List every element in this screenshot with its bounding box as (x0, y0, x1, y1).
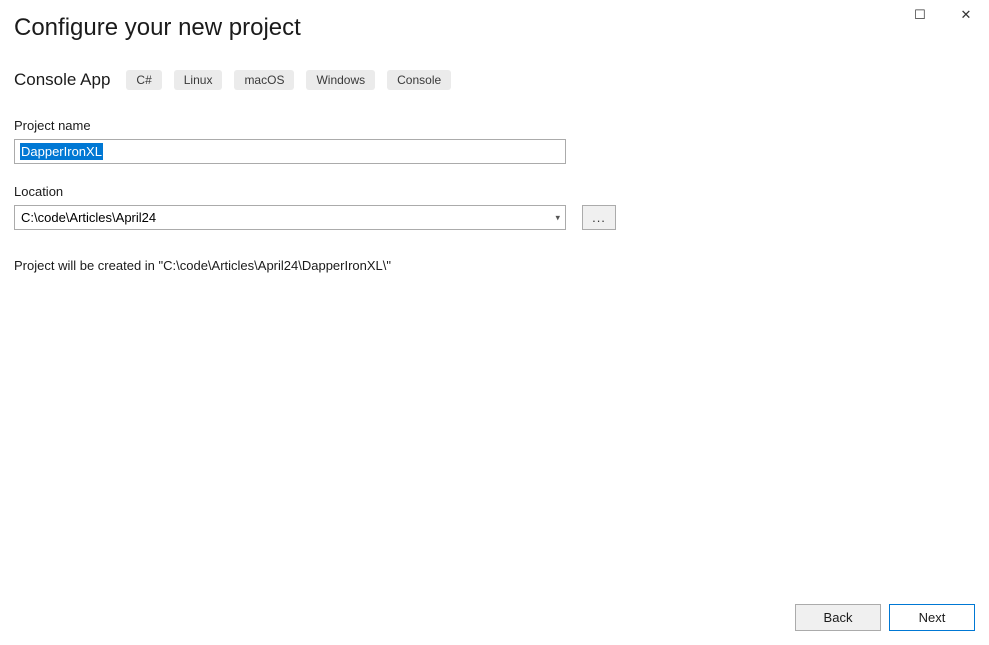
tag-console: Console (387, 70, 451, 90)
tag-macos: macOS (234, 70, 294, 90)
created-in-info: Project will be created in "C:\code\Arti… (14, 258, 975, 273)
project-name-group: Project name DapperIronXL (14, 118, 975, 164)
page-title: Configure your new project (14, 14, 975, 42)
project-name-label: Project name (14, 118, 975, 133)
footer: Back Next (795, 604, 975, 631)
template-name: Console App (14, 70, 110, 90)
project-name-input[interactable]: DapperIronXL (14, 139, 566, 164)
template-row: Console App C# Linux macOS Windows Conso… (14, 70, 975, 90)
maximize-icon[interactable]: ☐ (897, 0, 943, 30)
back-button[interactable]: Back (795, 604, 881, 631)
project-name-value: DapperIronXL (20, 143, 103, 160)
tag-linux: Linux (174, 70, 223, 90)
location-group: Location ▾ ... (14, 184, 975, 230)
title-bar: ☐ ✕ (897, 0, 989, 30)
tag-csharp: C# (126, 70, 161, 90)
next-button[interactable]: Next (889, 604, 975, 631)
location-input[interactable] (14, 205, 566, 230)
tag-windows: Windows (306, 70, 375, 90)
browse-button[interactable]: ... (582, 205, 616, 230)
close-icon[interactable]: ✕ (943, 0, 989, 30)
location-label: Location (14, 184, 975, 199)
location-combo[interactable]: ▾ (14, 205, 566, 230)
main-content: Configure your new project Console App C… (0, 0, 989, 273)
